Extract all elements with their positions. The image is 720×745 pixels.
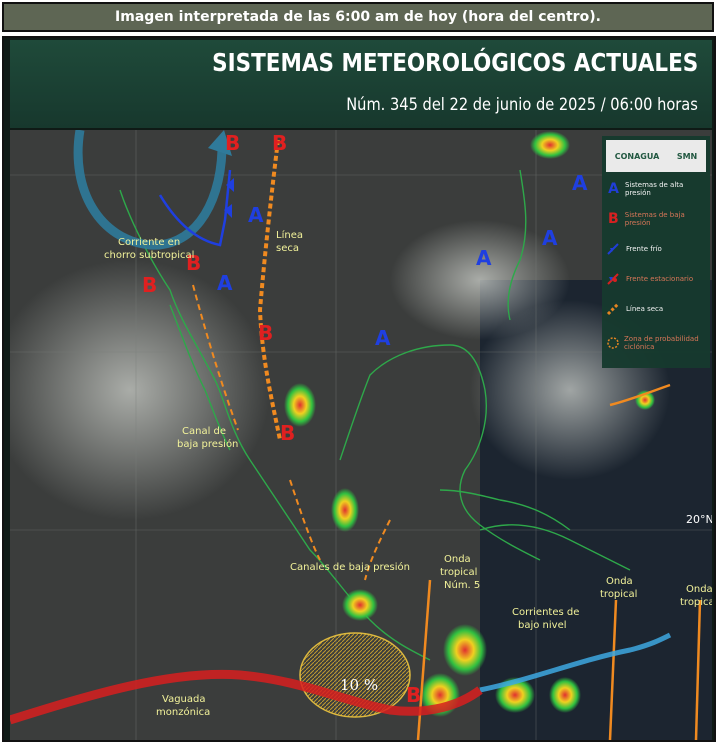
legend-stationary-label: Frente estacionario: [626, 275, 694, 283]
vaguada-label-line2: monzónica: [156, 706, 210, 718]
low-pressure-5: B: [258, 321, 273, 345]
legend-high-symbol: A: [608, 181, 619, 197]
legend-probability-zone: Zona de probabilidad ciclónica: [606, 332, 706, 354]
canal-label-line1: Canal de: [182, 426, 226, 437]
cold-front-icon: [606, 242, 622, 256]
vaguada-label-line1: Vaguada: [162, 694, 205, 705]
canal-label-line2: baja presión: [177, 438, 238, 450]
probability-label: 10 %: [340, 676, 378, 694]
low-pressure-2: B: [272, 131, 287, 155]
legend-dry-line-label: Línea seca: [626, 305, 664, 313]
bulletin-subtitle: Núm. 345 del 22 de junio de 2025 / 06:00…: [346, 95, 698, 115]
legend-cold-front-label: Frente frío: [626, 245, 662, 253]
dryline-label-line2: seca: [276, 243, 299, 254]
legend-probability-label: Zona de probabilidad ciclónica: [624, 335, 699, 351]
corrientes-label-line1: Corrientes de: [512, 607, 579, 618]
dry-line-icon: [606, 302, 622, 316]
dryline-label-line1: Línea: [276, 229, 303, 241]
legend-panel: CONAGUA SMN A Sistemas de alta presión B…: [602, 136, 710, 368]
onda5-label-line3: Núm. 5: [444, 579, 480, 591]
legend-low-pressure: B Sistemas de baja presión: [606, 208, 706, 230]
header: SISTEMAS METEOROLÓGICOS ACTUALES Núm. 34…: [10, 40, 712, 128]
legend-dry-line: Línea seca: [606, 298, 706, 320]
probability-zone-icon: [606, 336, 620, 350]
low-pressure-6: B: [280, 421, 295, 445]
high-pressure-5: A: [542, 226, 558, 250]
satellite-map: 20°N 10 % B B B B B B B A A A A A A Corr…: [10, 130, 712, 740]
stationary-front-icon: [606, 272, 622, 286]
onda-centro-label-line2: tropical: [600, 589, 637, 600]
agency-logos: CONAGUA SMN: [606, 140, 706, 172]
jet-label-line2: chorro subtropical: [104, 250, 194, 261]
high-pressure-4: A: [476, 246, 492, 270]
high-pressure-2: A: [217, 271, 233, 295]
high-pressure-3: A: [375, 326, 391, 350]
onda-este-label-line1: Onda: [686, 584, 712, 595]
legend-high-pressure: A Sistemas de alta presión: [606, 178, 706, 200]
low-pressure-4: B: [142, 273, 157, 297]
legend-low-symbol: B: [608, 211, 619, 227]
corrientes-label-line2: bajo nivel: [518, 620, 567, 631]
caption-bar: Imagen interpretada de las 6:00 am de ho…: [2, 2, 714, 32]
onda-centro-label-line1: Onda: [606, 576, 633, 587]
onda5-label-line1: Onda: [444, 554, 471, 565]
jet-label-line1: Corriente en: [118, 237, 180, 248]
low-pressure-1: B: [225, 131, 240, 155]
latitude-label: 20°N: [686, 513, 712, 526]
conagua-logo: CONAGUA: [614, 151, 660, 161]
page-title: SISTEMAS METEOROLÓGICOS ACTUALES: [211, 48, 698, 77]
map-frame: SISTEMAS METEOROLÓGICOS ACTUALES Núm. 34…: [2, 36, 716, 742]
legend-cold-front: Frente frío: [606, 238, 706, 260]
legend-low-label: Sistemas de baja presión: [624, 211, 685, 227]
onda-este-label-line2: tropical: [680, 597, 712, 608]
legend-high-label: Sistemas de alta presión: [625, 181, 684, 197]
canales-label: Canales de baja presión: [290, 561, 410, 573]
legend-stationary-front: Frente estacionario: [606, 268, 706, 290]
smn-logo: SMN: [676, 151, 698, 161]
high-pressure-6: A: [572, 171, 588, 195]
low-pressure-7: B: [406, 683, 421, 707]
caption-text: Imagen interpretada de las 6:00 am de ho…: [115, 9, 601, 25]
high-pressure-1: A: [248, 203, 264, 227]
onda5-label-line2: tropical: [440, 567, 477, 578]
